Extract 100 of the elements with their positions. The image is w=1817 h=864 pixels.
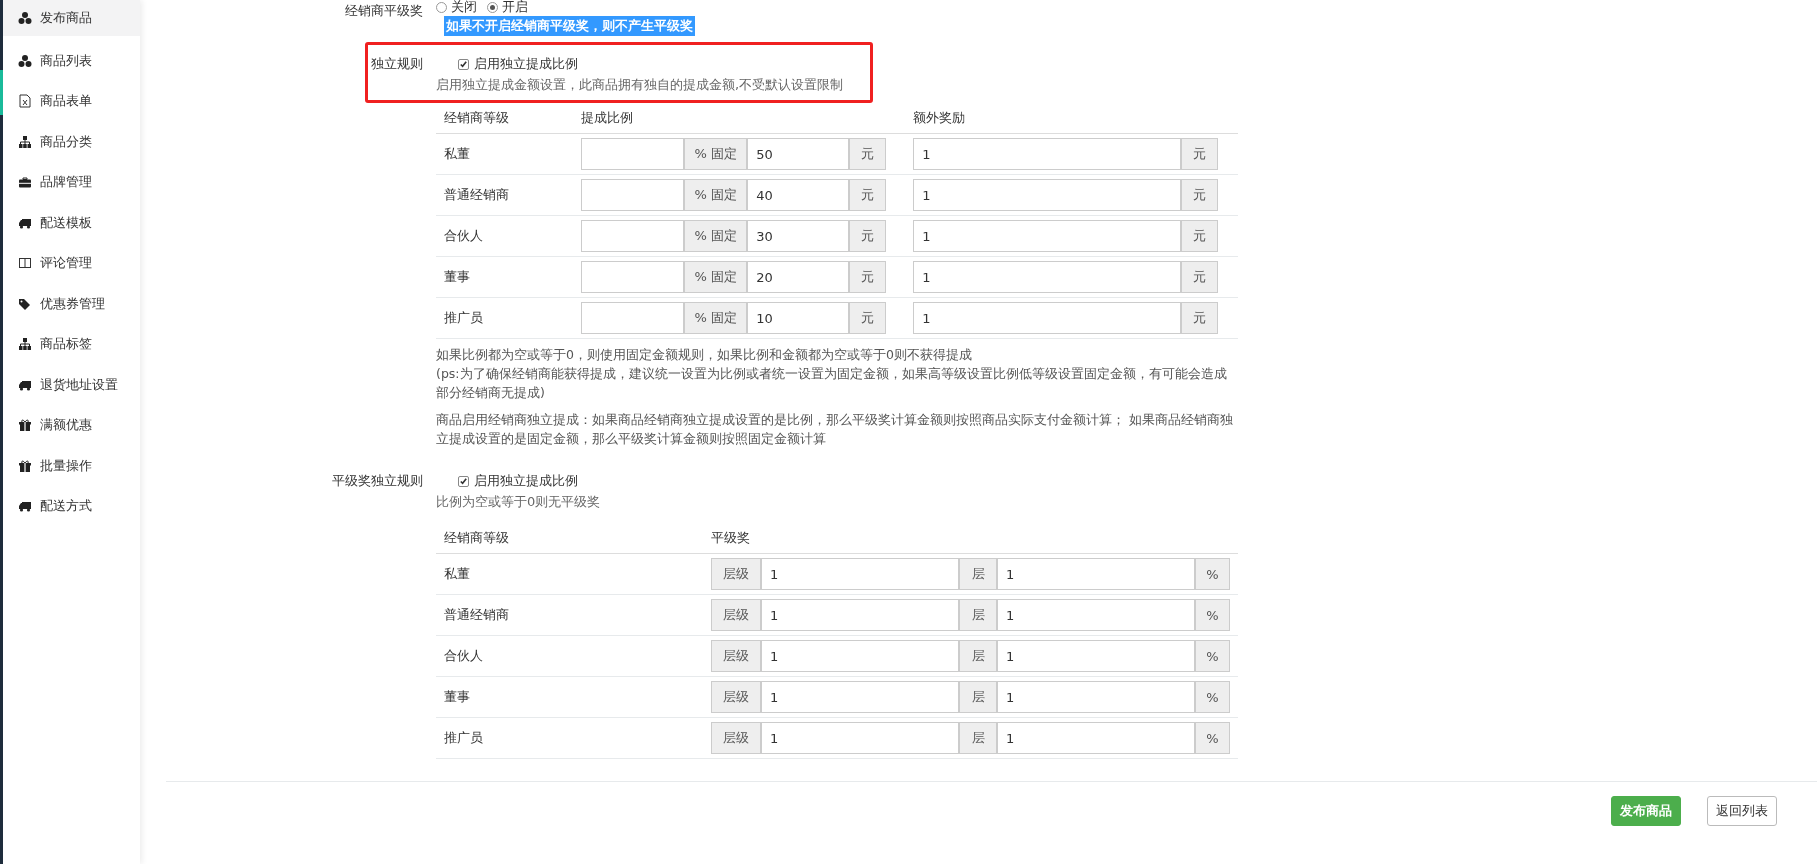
radio-button[interactable] [436, 1, 447, 13]
sidebar-item[interactable]: 优惠券管理 [3, 283, 140, 324]
table-cell: 普通经销商 [436, 174, 574, 216]
table-cell: 合伙人 [436, 215, 574, 257]
note-text: 如果比例都为空或等于0，则使用固定金额规则，如果比例和金额都为空或等于0则不获得提成 [436, 346, 973, 364]
columns-icon [18, 256, 32, 271]
input-field[interactable]: 1 [997, 681, 1195, 713]
field-label: 平级奖独立规则 [331, 472, 423, 490]
sidebar-item[interactable]: 配送方式 [3, 486, 140, 527]
back-button[interactable]: 返回列表 [1707, 796, 1777, 826]
input-addon: 元 [1181, 302, 1219, 334]
input-addon: 层 [959, 722, 997, 754]
cubes-icon [18, 11, 32, 25]
input-addon: 元 [1181, 179, 1219, 211]
truck-icon [18, 499, 32, 514]
sidebar-item[interactable]: 品牌管理 [3, 162, 140, 203]
sidebar-item[interactable]: 商品分类 [3, 121, 140, 162]
input-field[interactable]: 1 [761, 681, 959, 713]
input-addon: 层级 [711, 640, 761, 672]
input-addon: 元 [1181, 261, 1219, 293]
input-addon: 层 [959, 681, 997, 713]
sidebar-item[interactable]: 商品表单 [3, 81, 140, 122]
input-addon: 层 [959, 640, 997, 672]
input-addon: 元 [849, 138, 887, 170]
input-addon: % [1195, 558, 1230, 590]
cubes-icon [18, 53, 32, 68]
table-cell: 推广员 [436, 297, 574, 339]
input-addon: 层级 [711, 558, 761, 590]
tags-icon [18, 296, 32, 311]
input-field[interactable] [581, 179, 685, 211]
table-cell: 董事 [436, 676, 703, 718]
input-addon: 元 [849, 220, 887, 252]
input-addon: % [1195, 681, 1230, 713]
input-addon: % [1195, 640, 1230, 672]
input-addon: % 固定 [684, 138, 748, 170]
hint-text: 如果不开启经销商平级奖，则不产生平级奖 [444, 16, 695, 36]
sidebar-item[interactable]: 评论管理 [3, 243, 140, 284]
input-addon: 层 [959, 558, 997, 590]
input-field[interactable]: 1 [913, 261, 1182, 293]
input-field[interactable]: 1 [761, 640, 959, 672]
input-field[interactable] [581, 138, 685, 170]
input-addon: 元 [849, 179, 887, 211]
checkbox[interactable] [458, 58, 469, 70]
sidebar-item[interactable]: 商品列表 [3, 40, 140, 81]
sidebar-item[interactable]: 满额优惠 [3, 405, 140, 446]
column-header: 平级奖 [703, 523, 1238, 554]
input-field[interactable]: 1 [761, 722, 959, 754]
input-addon: % 固定 [684, 179, 748, 211]
input-field[interactable]: 1 [997, 640, 1195, 672]
input-addon: % 固定 [684, 220, 748, 252]
sidebar-item[interactable]: 配送模板 [3, 202, 140, 243]
sidebar-item[interactable]: 商品标签 [3, 324, 140, 365]
input-field[interactable]: 1 [761, 599, 959, 631]
input-field[interactable]: 1 [913, 220, 1182, 252]
input-field[interactable]: 50 [747, 138, 850, 170]
radio-button[interactable] [487, 1, 498, 13]
gift-icon [18, 418, 32, 433]
input-addon: 元 [1181, 138, 1219, 170]
input-field[interactable]: 10 [747, 302, 850, 334]
column-header: 经销商等级 [436, 103, 574, 134]
sidebar-item[interactable]: 批量操作 [3, 445, 140, 486]
input-addon: 元 [849, 302, 887, 334]
sidebar-item[interactable]: 退货地址设置 [3, 364, 140, 405]
input-field[interactable]: 1 [997, 558, 1195, 590]
input-addon: % 固定 [684, 302, 748, 334]
input-addon: 层级 [711, 722, 761, 754]
table-cell: 合伙人 [436, 635, 703, 677]
column-header: 额外奖励 [905, 103, 1238, 134]
document-icon [18, 94, 32, 109]
input-field[interactable]: 20 [747, 261, 850, 293]
input-field[interactable]: 1 [913, 179, 1182, 211]
input-field[interactable]: 1 [997, 722, 1195, 754]
column-header: 提成比例 [573, 103, 906, 134]
field-label: 独立规则 [370, 55, 423, 73]
input-field[interactable]: 40 [747, 179, 850, 211]
input-field[interactable] [581, 261, 685, 293]
input-field[interactable]: 30 [747, 220, 850, 252]
radio-label: 开启 [502, 0, 528, 16]
field-label: 经销商平级奖 [344, 2, 423, 20]
sitemap-icon [18, 134, 32, 149]
input-addon: % [1195, 599, 1230, 631]
input-field[interactable]: 1 [913, 138, 1182, 170]
table-cell: 推广员 [436, 717, 703, 759]
note-text: 商品启用经销商独立提成：如果商品经销商独立提成设置的是比例，那么平级奖计算金额则按照商品实际支付金额计算； 如果商品经销商独立提成设置的是固定金额，那么平级奖计算金额则按照固定金额计算 [436, 411, 1234, 448]
input-addon: 层 [959, 599, 997, 631]
input-field[interactable] [581, 302, 685, 334]
checkbox-label: 启用独立提成比例 [474, 55, 578, 73]
table-cell: 普通经销商 [436, 594, 703, 636]
input-field[interactable] [581, 220, 685, 252]
checkbox[interactable] [458, 475, 469, 487]
input-addon: 层级 [711, 681, 761, 713]
input-field[interactable]: 1 [997, 599, 1195, 631]
input-field[interactable]: 1 [913, 302, 1182, 334]
sidebar-item[interactable]: 发布商品 [3, 0, 140, 36]
input-addon: 元 [849, 261, 887, 293]
input-field[interactable]: 1 [761, 558, 959, 590]
active-marker [0, 70, 3, 115]
input-addon: % 固定 [684, 261, 748, 293]
table-cell: 董事 [436, 256, 574, 298]
sitemap-icon [18, 337, 32, 352]
